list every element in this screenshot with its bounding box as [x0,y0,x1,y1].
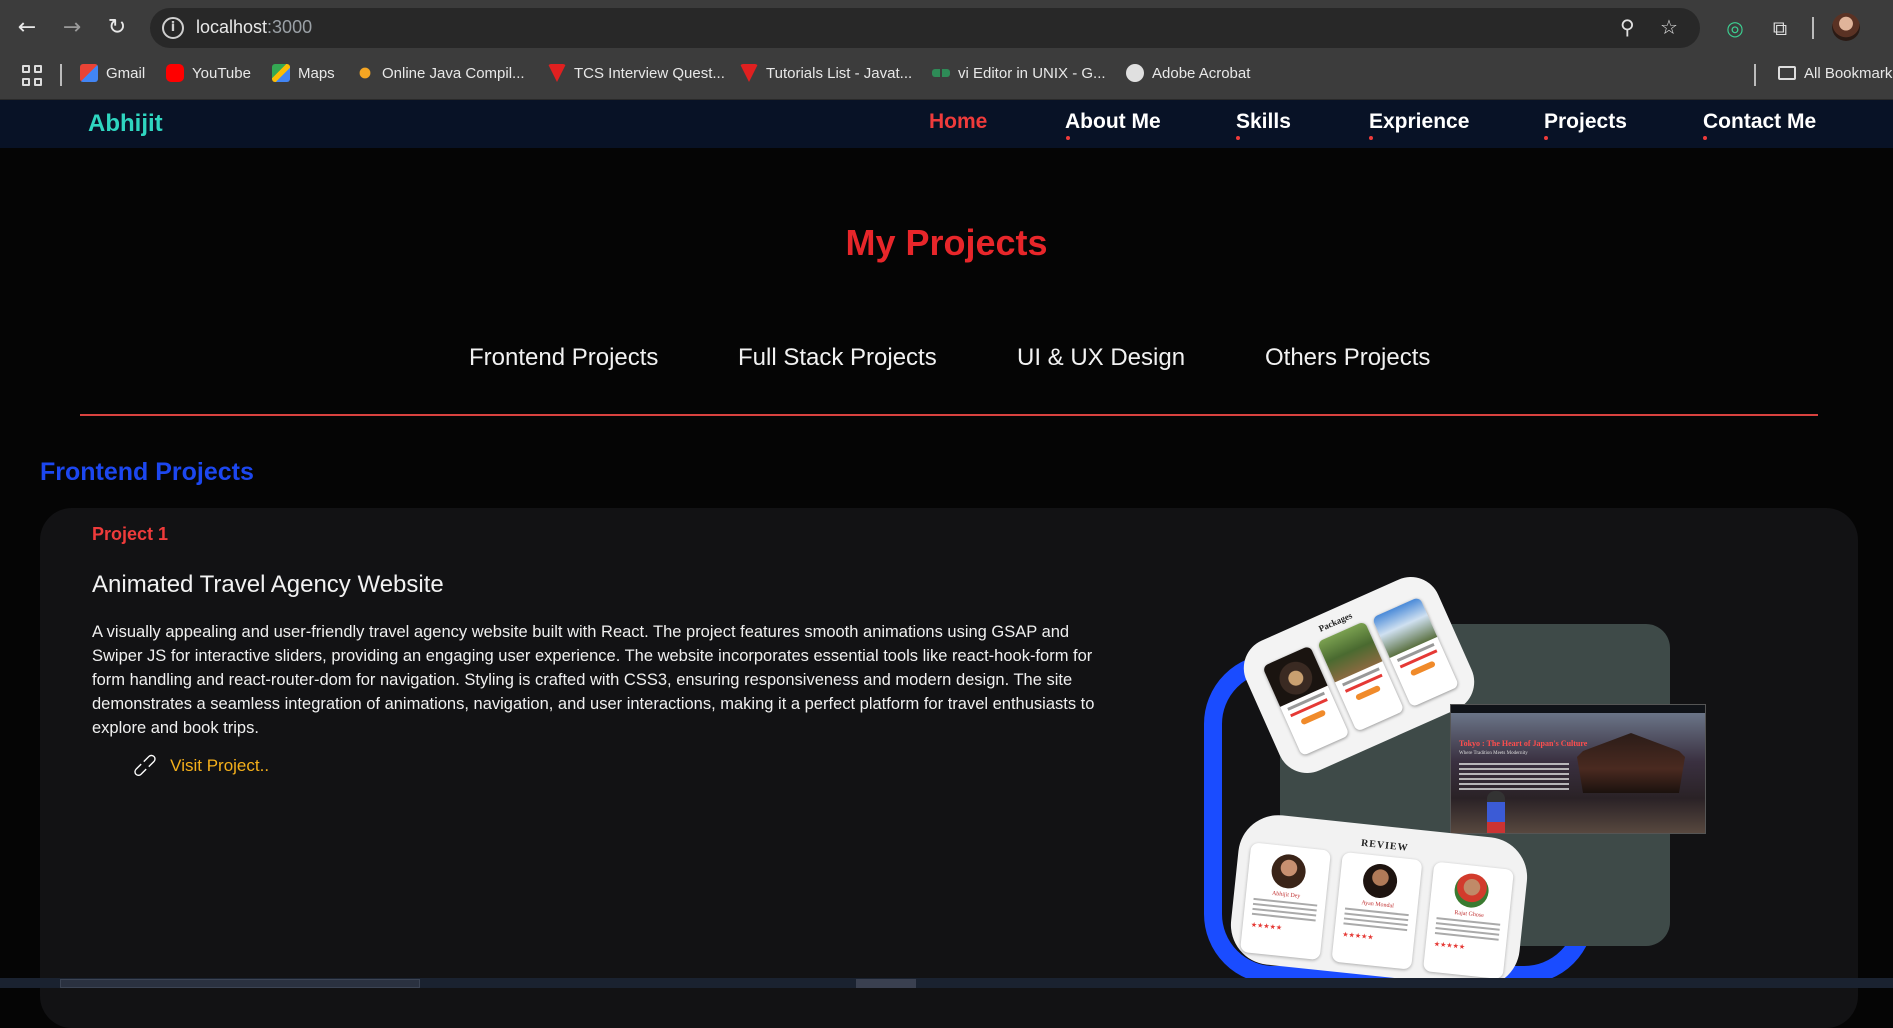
apps-grid-icon[interactable] [22,65,44,87]
folder-icon [1778,66,1796,80]
bookmark-adobe-acrobat[interactable]: Adobe Acrobat [1126,62,1250,84]
reviewer-avatar [1452,871,1491,910]
site-info-icon[interactable]: i [162,17,184,39]
project-description: A visually appealing and user-friendly t… [92,623,1095,737]
nav-home[interactable]: Home [929,110,987,134]
nav-dot [1236,136,1240,140]
tab-frontend-projects[interactable]: Frontend Projects [469,344,658,372]
visit-project-label[interactable]: Visit Project.. [170,756,269,776]
taskbar-item[interactable] [856,979,916,988]
review-item: Abhijit Dey ★★★★★ [1239,842,1331,961]
address-bar[interactable]: i localhost:3000 ⚲ ☆ [150,8,1700,48]
nav-experience[interactable]: Exprience [1369,110,1469,134]
taskbar-item[interactable] [60,979,420,988]
forward-arrow-icon[interactable]: → [58,14,86,42]
all-bookmarks[interactable]: All Bookmark [1778,62,1892,84]
page-title: My Projects [845,222,1048,263]
nav-projects[interactable]: Projects [1544,110,1627,134]
category-heading: Frontend Projects [40,458,254,486]
zoom-icon[interactable]: ⚲ [1620,15,1635,39]
project-title: Animated Travel Agency Website [92,571,444,598]
reviewer-avatar [1361,862,1399,900]
bookmark-javatpoint[interactable]: Tutorials List - Javat... [740,62,912,84]
gmail-icon [80,64,98,82]
extensions-puzzle-icon[interactable]: ⧉ [1766,14,1794,42]
browser-toolbar: ← → ↻ i localhost:3000 ⚲ ☆ ◎ ⧉ [0,0,1893,56]
nav-about[interactable]: About Me [1065,110,1161,134]
tab-ui-ux-design[interactable]: UI & UX Design [1017,344,1185,372]
visit-project-link[interactable]: ⊂⊃ Visit Project.. [127,747,269,783]
site-navbar: Abhijit Home About Me Skills Exprience P… [0,100,1893,148]
nav-dot [1544,136,1548,140]
mockup-hero-heading: Tokyo : The Heart of Japan's Culture [1459,739,1588,748]
nav-skills[interactable]: Skills [1236,110,1291,134]
review-mockup: REVIEW Abhijit Dey ★★★★★ Ayan Mondal ★★★… [1226,811,1532,991]
bookmarks-divider [1754,64,1756,86]
review-item: Ayan Mondal ★★★★★ [1331,851,1423,970]
bookmark-youtube[interactable]: YouTube [166,62,251,84]
red-v-icon [548,64,566,82]
bookmarks-divider [60,64,62,86]
nav-contact[interactable]: Contact Me [1703,110,1816,134]
nav-dot [1066,136,1070,140]
nav-dot [1369,136,1373,140]
nav-dot [1703,136,1707,140]
tab-fullstack-projects[interactable]: Full Stack Projects [738,344,937,372]
youtube-icon [166,64,184,82]
red-v-icon [740,64,758,82]
review-item: Rajat Ghose ★★★★★ [1422,861,1514,980]
website-screenshot-mockup: Tokyo : The Heart of Japan's Culture Whe… [1450,704,1706,834]
toolbar-divider [1812,17,1814,39]
bookmark-maps[interactable]: Maps [272,62,335,84]
mockup-hero-subheading: Where Tradition Meets Modernity [1459,751,1528,756]
bookmark-tcs[interactable]: TCS Interview Quest... [548,62,725,84]
bookmark-gmail[interactable]: Gmail [80,62,145,84]
gfg-icon [932,69,950,77]
project-number: Project 1 [92,524,169,544]
maps-icon [272,64,290,82]
profile-avatar[interactable] [1832,13,1860,41]
url-text[interactable]: localhost:3000 [196,17,312,38]
brand-logo[interactable]: Abhijit [88,110,163,138]
globe-icon [1126,64,1144,82]
extension-circle-icon[interactable]: ◎ [1721,14,1749,42]
reviewer-avatar [1269,852,1308,891]
back-arrow-icon[interactable]: ← [13,14,41,42]
sun-icon [356,64,374,82]
bookmark-online-java[interactable]: Online Java Compil... [356,62,525,84]
bookmark-star-icon[interactable]: ☆ [1660,15,1678,39]
project-preview-image: Packages Tokyo : The Heart of Japan's Cu… [1196,567,1716,991]
tabs-underline [80,414,1818,416]
bookmark-vi-editor[interactable]: vi Editor in UNIX - G... [932,62,1106,84]
tab-others-projects[interactable]: Others Projects [1265,344,1430,372]
reload-icon[interactable]: ↻ [103,14,131,42]
